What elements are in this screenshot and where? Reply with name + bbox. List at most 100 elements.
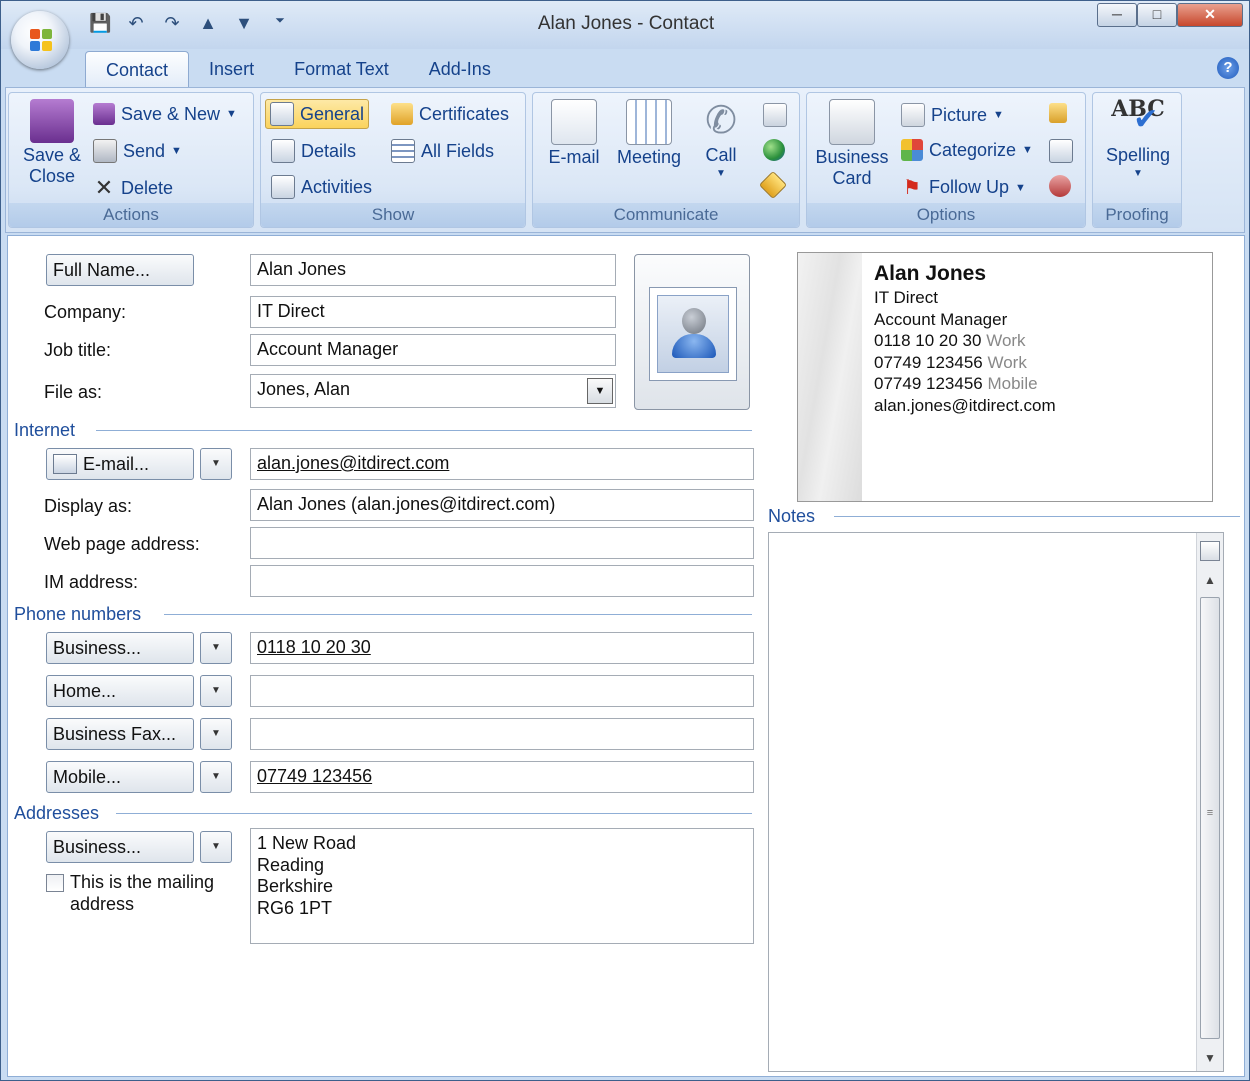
address-type-button[interactable]: Business... [46, 831, 194, 863]
full-name-button[interactable]: Full Name... [46, 254, 194, 286]
globe-icon [763, 139, 785, 161]
send-label: Send [123, 140, 166, 161]
email-label: E-mail [548, 147, 600, 167]
business-phone-dropdown[interactable]: ▼ [200, 632, 232, 664]
display-as-label: Display as: [44, 496, 133, 516]
job-title-field[interactable]: Account Manager [250, 334, 616, 366]
customize-qat-icon[interactable]: ⏷ [269, 13, 291, 34]
im-address-field[interactable] [250, 565, 754, 597]
notes-scrollbar[interactable]: ▲ ≡ ▼ [1196, 533, 1223, 1071]
business-phone-button-label: Business... [53, 637, 142, 658]
address-book-button[interactable] [1049, 139, 1073, 163]
picture-label: Picture [931, 104, 988, 125]
chevron-down-icon[interactable]: ▼ [587, 378, 613, 404]
company-field[interactable]: IT Direct [250, 296, 616, 328]
mobile-phone-button[interactable]: Mobile... [46, 761, 194, 793]
delete-button[interactable]: ✕ Delete [93, 175, 173, 201]
spelling-button[interactable]: ABC ✔ Spelling ▼ [1099, 98, 1177, 180]
certificates-button[interactable]: Certificates [391, 103, 509, 125]
details-label: Details [301, 140, 357, 161]
notes-divider [834, 516, 1240, 517]
business-phone-button[interactable]: Business... [46, 632, 194, 664]
office-button[interactable] [11, 11, 69, 69]
call-button[interactable]: ✆ Call ▼ [691, 99, 751, 180]
email-button-label: E-mail... [83, 453, 150, 474]
private-button[interactable] [1049, 103, 1067, 123]
maximize-button[interactable]: □ [1137, 3, 1177, 27]
chevron-down-icon: ▼ [1022, 144, 1033, 156]
notes-section-title: Notes [768, 506, 816, 526]
close-button[interactable]: ✕ [1177, 3, 1243, 27]
email-button[interactable]: E-mail... [46, 448, 194, 480]
follow-up-label: Follow Up [929, 177, 1010, 197]
map-button[interactable] [763, 103, 787, 127]
im-button[interactable] [758, 170, 788, 200]
general-button[interactable]: General [265, 99, 370, 129]
minimize-button[interactable]: ─ [1097, 3, 1137, 27]
mobile-phone-dropdown[interactable]: ▼ [200, 761, 232, 793]
tab-insert[interactable]: Insert [189, 51, 274, 87]
mailing-address-checkbox[interactable] [46, 874, 64, 892]
details-button[interactable]: Details [271, 139, 356, 163]
phone-icon: ✆ [705, 100, 737, 142]
scroll-down-arrow[interactable]: ▼ [1197, 1051, 1223, 1065]
home-phone-button-label: Home... [53, 680, 117, 701]
save-new-button[interactable]: Save & New ▼ [93, 103, 237, 125]
all-fields-button[interactable]: All Fields [391, 139, 494, 163]
send-button[interactable]: Send ▼ [93, 139, 182, 163]
person-head-icon [682, 308, 706, 334]
scroll-up-arrow[interactable]: ▲ [1197, 573, 1223, 587]
business-phone-field[interactable]: 0118 10 20 30 [250, 632, 754, 664]
file-as-select[interactable]: Jones, Alan ▼ [250, 374, 616, 408]
file-as-label: File as: [44, 382, 103, 402]
tab-add-ins[interactable]: Add-Ins [409, 51, 511, 87]
check-names-button[interactable] [1049, 175, 1071, 197]
card-phone-row: 07749 123456 Mobile [874, 373, 1056, 395]
home-phone-dropdown[interactable]: ▼ [200, 675, 232, 707]
picture-button[interactable]: Picture ▼ [901, 103, 1004, 127]
address-type-dropdown[interactable]: ▼ [200, 831, 232, 863]
categorize-button[interactable]: Categorize ▼ [901, 139, 1033, 161]
business-fax-dropdown[interactable]: ▼ [200, 718, 232, 750]
save-icon[interactable]: 💾 [89, 13, 111, 34]
attach-file-icon[interactable] [1200, 541, 1220, 561]
activities-button[interactable]: Activities [271, 175, 372, 199]
display-as-field[interactable]: Alan Jones (alan.jones@itdirect.com) [250, 489, 754, 521]
contact-picture-button[interactable] [634, 254, 750, 410]
web-page-field[interactable] [250, 527, 754, 559]
actions-group-label: Actions [9, 203, 253, 227]
follow-up-button[interactable]: ⚑ Follow Up ▼ [901, 175, 1026, 200]
card-phone: 0118 10 20 30 [874, 331, 982, 350]
tab-format-text[interactable]: Format Text [274, 51, 409, 87]
categorize-icon [901, 139, 923, 161]
home-phone-field[interactable] [250, 675, 754, 707]
tab-contact[interactable]: Contact [85, 51, 190, 88]
business-card-button[interactable]: Business Card [813, 99, 891, 189]
email-type-dropdown[interactable]: ▼ [200, 448, 232, 480]
home-phone-button[interactable]: Home... [46, 675, 194, 707]
web-page-button[interactable] [763, 139, 785, 161]
check-names-icon [1049, 175, 1071, 197]
email-field[interactable]: alan.jones@itdirect.com [250, 448, 754, 480]
help-icon[interactable]: ? [1217, 57, 1239, 79]
business-fax-button[interactable]: Business Fax... [46, 718, 194, 750]
mobile-phone-field[interactable]: 07749 123456 [250, 761, 754, 793]
meeting-button[interactable]: Meeting [609, 99, 689, 168]
email-button[interactable]: E-mail [541, 99, 607, 168]
address-field[interactable]: 1 New Road Reading Berkshire RG6 1PT [250, 828, 754, 944]
save-close-button[interactable]: Save & Close [15, 99, 89, 187]
redo-icon[interactable]: ↷ [161, 13, 183, 34]
phone-section-title: Phone numbers [14, 604, 142, 624]
general-icon [270, 102, 294, 126]
business-card-label: Business Card [815, 147, 889, 188]
flag-icon: ⚑ [903, 177, 921, 199]
card-phone-type: Work [987, 352, 1027, 372]
previous-item-icon[interactable]: ▲ [197, 13, 219, 34]
full-name-field[interactable]: Alan Jones [250, 254, 616, 286]
company-label: Company: [44, 302, 127, 322]
certificates-icon [391, 103, 413, 125]
undo-icon[interactable]: ↶ [125, 13, 147, 34]
notes-textarea[interactable]: ▲ ≡ ▼ [768, 532, 1224, 1072]
next-item-icon[interactable]: ▼ [233, 13, 255, 34]
business-fax-field[interactable] [250, 718, 754, 750]
